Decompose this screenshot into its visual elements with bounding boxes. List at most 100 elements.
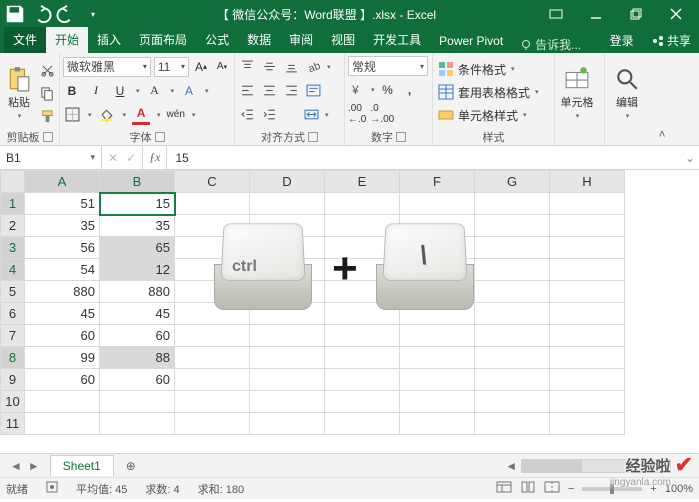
paste-button[interactable]: 粘贴 ▾ [3,56,35,129]
decrease-decimal-button[interactable]: .0→.00 [370,103,394,124]
tab-data[interactable]: 数据 [238,27,280,53]
tab-insert[interactable]: 插入 [88,27,130,53]
comma-button[interactable]: , [401,79,419,100]
cell[interactable]: 51 [25,193,100,215]
decrease-indent-button[interactable] [238,104,256,125]
select-all-corner[interactable] [1,171,25,193]
font-effect-button[interactable]: A [180,80,198,101]
font-color-button[interactable]: A [132,104,150,125]
hscroll-thumb[interactable] [522,460,582,472]
font-launcher-icon[interactable] [155,132,165,142]
row-header[interactable]: 9 [1,369,25,391]
col-header-a[interactable]: A [25,171,100,193]
conditional-format-button[interactable]: 条件格式▾ [436,58,551,80]
row-header[interactable]: 1 [1,193,25,215]
cut-button[interactable] [38,60,56,81]
percent-button[interactable]: % [379,79,397,100]
collapse-ribbon-icon[interactable]: ˄ [653,53,671,145]
tab-file[interactable]: 文件 [4,27,46,53]
copy-button[interactable] [38,83,56,104]
share-button[interactable]: 共享 [652,32,691,49]
restore-icon[interactable] [617,0,655,28]
tab-page-layout[interactable]: 页面布局 [130,27,196,53]
cell[interactable]: 15 [100,193,175,215]
cell[interactable]: 35 [25,215,100,237]
cell[interactable] [100,391,175,413]
zoom-out-button[interactable]: − [568,483,574,495]
align-bottom-button[interactable] [282,56,300,77]
wrap-text-button[interactable] [304,80,322,101]
col-header-e[interactable]: E [325,171,400,193]
font-size-select[interactable]: 11▾ [154,57,189,77]
cell[interactable]: 65 [100,237,175,259]
align-top-button[interactable] [238,56,256,77]
cell[interactable]: 54 [25,259,100,281]
cell[interactable] [25,391,100,413]
font-name-select[interactable]: 微软雅黑▾ [63,57,151,77]
undo-icon[interactable] [30,3,52,25]
row-header[interactable]: 7 [1,325,25,347]
cell[interactable]: 99 [25,347,100,369]
row-header[interactable]: 5 [1,281,25,303]
minimize-icon[interactable] [577,0,615,28]
bold-button[interactable]: B [63,80,81,101]
login-button[interactable]: 登录 [610,32,634,49]
format-as-table-button[interactable]: 套用表格格式▾ [436,81,551,103]
decrease-font-button[interactable]: A▾ [213,56,231,77]
row-header[interactable]: 8 [1,347,25,369]
cell[interactable]: 45 [100,303,175,325]
save-icon[interactable] [4,3,26,25]
tab-view[interactable]: 视图 [322,27,364,53]
macro-record-icon[interactable] [46,481,58,496]
col-header-g[interactable]: G [475,171,550,193]
new-sheet-button[interactable]: ⊕ [120,455,142,477]
worksheet-area[interactable]: A B C D E F G H 15115 23535 35665 45412 … [0,170,699,453]
tab-developer[interactable]: 开发工具 [364,27,430,53]
cell[interactable]: 35 [100,215,175,237]
editing-button[interactable]: 编辑▾ [608,56,646,129]
close-icon[interactable] [657,0,695,28]
cell[interactable]: 880 [25,281,100,303]
row-header[interactable]: 10 [1,391,25,413]
format-painter-button[interactable] [38,106,56,127]
cell[interactable]: 880 [100,281,175,303]
increase-font-button[interactable]: A▴ [192,56,210,77]
underline-button[interactable]: U [111,80,129,101]
formula-input[interactable]: 15 [167,146,681,169]
cell[interactable]: 60 [25,369,100,391]
increase-indent-button[interactable] [260,104,278,125]
font-art-button[interactable]: A [146,80,164,101]
row-header[interactable]: 3 [1,237,25,259]
cell[interactable]: 56 [25,237,100,259]
cell-styles-button[interactable]: 单元格样式▾ [436,104,551,126]
italic-button[interactable]: I [87,80,105,101]
view-page-layout-icon[interactable] [520,481,536,496]
align-middle-button[interactable] [260,56,278,77]
tab-power-pivot[interactable]: Power Pivot [430,30,512,53]
ribbon-display-icon[interactable] [537,0,575,28]
row-header[interactable]: 2 [1,215,25,237]
number-launcher-icon[interactable] [396,132,406,142]
cells-button[interactable]: 单元格▾ [558,56,596,129]
col-header-f[interactable]: F [400,171,475,193]
number-format-select[interactable]: 常规▾ [348,56,428,76]
sheet-nav-next-icon[interactable]: ► [28,459,40,473]
sheet-nav-prev-icon[interactable]: ◄ [10,459,22,473]
accounting-button[interactable]: ¥ [348,79,366,100]
col-header-h[interactable]: H [550,171,625,193]
align-right-button[interactable] [282,80,300,101]
confirm-edit-icon[interactable]: ✓ [126,151,136,165]
row-header[interactable]: 4 [1,259,25,281]
expand-formula-icon[interactable]: ⌄ [681,146,699,169]
col-header-b[interactable]: B [100,171,175,193]
cell[interactable]: 60 [100,369,175,391]
border-button[interactable] [63,104,81,125]
align-center-button[interactable] [260,80,278,101]
align-left-button[interactable] [238,80,256,101]
cancel-edit-icon[interactable]: ✕ [108,151,118,165]
tell-me[interactable]: 告诉我... [512,36,589,53]
orientation-button[interactable]: ab [304,56,322,77]
view-page-break-icon[interactable] [544,481,560,496]
tab-formulas[interactable]: 公式 [196,27,238,53]
clipboard-launcher-icon[interactable] [43,132,53,142]
